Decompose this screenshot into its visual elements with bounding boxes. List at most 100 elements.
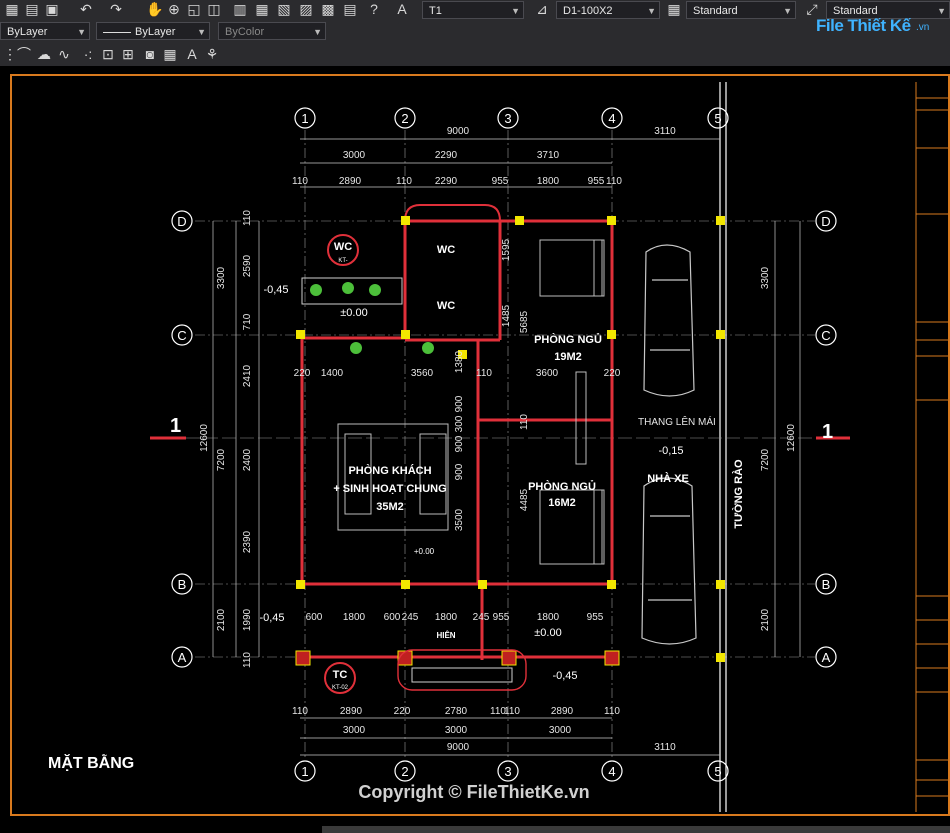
dim-top-r3-h: 110: [606, 176, 622, 187]
dim-bot-r2-a: 3000: [343, 725, 366, 736]
grid-label-right-D: D: [821, 214, 830, 229]
dim-inner-3500: 3500: [454, 508, 465, 531]
dim-inner-110-v: 110: [519, 414, 530, 430]
dim-left-1990: 1990: [242, 608, 253, 631]
level-living: +0.00: [414, 547, 435, 556]
dim-porch-245-b: 245: [473, 612, 490, 623]
stair-label: THANG LÊN MÁI: [638, 415, 716, 428]
columns: [296, 216, 725, 662]
grid-label-bottom-1: 1: [301, 764, 308, 779]
dim-top-r3-d: 2290: [435, 176, 458, 187]
dim-left-7200: 7200: [216, 448, 227, 471]
section-label-left: 1: [170, 415, 181, 437]
tc-tag-sub: KT-02: [332, 685, 349, 691]
dim-bot-r2-c: 3000: [549, 725, 572, 736]
grid-label-left-B: B: [178, 577, 187, 592]
grid-label-top-4: 4: [608, 111, 615, 126]
dim-porch-600-a: 600: [306, 612, 323, 623]
dim-left-2410: 2410: [242, 364, 253, 387]
grid-label-top-2: 2: [401, 111, 408, 126]
level-garage: -0,15: [658, 445, 683, 457]
grid-label-left-A: A: [178, 650, 187, 665]
dim-top-bay1: 3000: [343, 150, 366, 161]
plants: [310, 282, 434, 354]
dim-left-3300: 3300: [216, 266, 227, 289]
dim-top-r3-f: 1800: [537, 176, 560, 187]
dim-inner-300: 300: [454, 415, 465, 432]
copyright-watermark: Copyright © FileThietKe.vn: [358, 782, 589, 802]
grid-label-top-5: 5: [714, 111, 721, 126]
dim-bot-r1-a: 110: [292, 706, 308, 717]
dim-inner-1485: 1485: [501, 304, 512, 327]
dim-bot-r1-h: 110: [604, 706, 620, 717]
dim-bot-total: 9000: [447, 742, 470, 753]
dim-inner-4485: 4485: [519, 488, 530, 511]
dim-inner-5685: 5685: [519, 310, 530, 333]
dim-top-bay3: 3710: [537, 150, 560, 161]
dim-right-7200: 7200: [760, 448, 771, 471]
dim-left-2400: 2400: [242, 448, 253, 471]
horizontal-scrollbar[interactable]: [322, 826, 950, 833]
dim-porch-1800-a: 1800: [343, 612, 366, 623]
entrance-step-inner: [411, 667, 513, 683]
dim-porch-955-b: 955: [587, 612, 604, 623]
wc-tag-sub: KT-: [338, 258, 347, 264]
dim-left-110-top: 110: [242, 210, 253, 226]
dim-left-2390: 2390: [242, 530, 253, 553]
wc-roof-outline: [404, 204, 501, 222]
grid-label-bottom-5: 5: [714, 764, 721, 779]
room-living-area: 35M2: [376, 501, 404, 513]
dim-bot-r1-g: 2890: [551, 706, 574, 717]
dim-left-110-bot: 110: [242, 652, 253, 668]
dim-top-garage: 3110: [654, 126, 676, 137]
dim-inner-220-r: 220: [604, 368, 621, 379]
dim-bot-r2-b: 3000: [445, 725, 468, 736]
grid-label-left-C: C: [177, 328, 186, 343]
grid-label-right-A: A: [822, 650, 831, 665]
dim-inner-3600: 3600: [536, 368, 559, 379]
dim-top-r3-b: 2890: [339, 176, 362, 187]
room-bedroom-2-name: PHÒNG NGỦ: [528, 480, 596, 493]
dim-top-r3-a: 110: [292, 176, 308, 187]
dim-bot-garage: 3110: [654, 742, 676, 753]
dim-left-2100: 2100: [216, 608, 227, 631]
dim-top-r3-g: 955: [588, 176, 605, 187]
dim-inner-1380: 1380: [454, 350, 465, 373]
fence-label: TƯỜNG RÀO: [732, 459, 745, 529]
dim-right-2100: 2100: [760, 608, 771, 631]
floor-plan: 1 2 3 4 5 1 2 3 4 5 D C B A D C B A 9000…: [48, 82, 950, 812]
dim-top-r3-e: 955: [492, 176, 509, 187]
dim-bot-r1-f: 110: [504, 706, 520, 717]
dim-inner-1400: 1400: [321, 368, 344, 379]
dim-left-2590: 2590: [242, 254, 253, 277]
dim-right-3300: 3300: [760, 266, 771, 289]
tc-tag-label: TC: [333, 669, 348, 681]
wc-tag-label: WC: [334, 241, 352, 253]
dim-inner-3560: 3560: [411, 368, 434, 379]
dim-bot-r1-d: 2780: [445, 706, 468, 717]
section-label-right: 1: [822, 421, 833, 443]
level-wc-entry: ±0.00: [340, 307, 367, 319]
dim-top-r3-c: 110: [396, 176, 412, 187]
dim-porch-245-a: 245: [402, 612, 419, 623]
room-wc-2: WC: [437, 300, 455, 312]
room-living-line2: + SINH HOẠT CHUNG: [333, 483, 446, 495]
room-porch: HIÊN: [436, 631, 455, 640]
room-wc-1: WC: [437, 244, 455, 256]
title-block: [915, 82, 950, 812]
room-bedroom-2-area: 16M2: [548, 497, 576, 509]
room-garage: NHÀ XE: [647, 472, 689, 485]
dim-inner-900-c: 900: [454, 463, 465, 480]
dim-inner-110: 110: [476, 368, 492, 379]
room-bedroom-1-area: 19M2: [554, 351, 582, 363]
dim-porch-955-a: 955: [493, 612, 510, 623]
dim-inner-220-l: 220: [294, 368, 311, 379]
dim-top-bay2: 2290: [435, 150, 458, 161]
grid-label-right-C: C: [821, 328, 830, 343]
level-porch: ±0.00: [534, 627, 561, 639]
dim-inner-900-b: 900: [454, 435, 465, 452]
dim-top-total: 9000: [447, 126, 470, 137]
dim-bot-r1-b: 2890: [340, 706, 363, 717]
room-living-line1: PHÒNG KHÁCH: [348, 464, 431, 477]
level-planter: -0,45: [263, 284, 288, 296]
